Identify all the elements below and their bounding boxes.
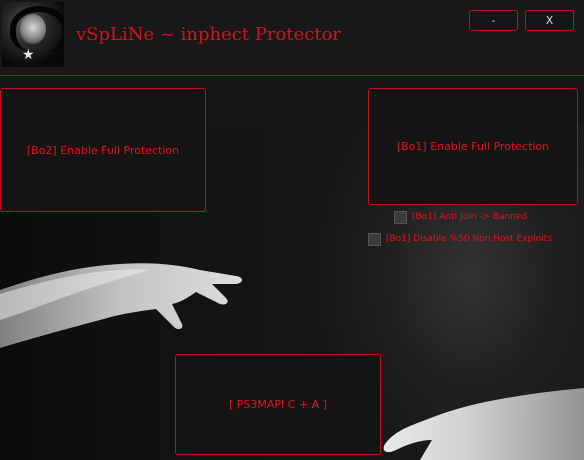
bo2-enable-full-protection-button[interactable]: [Bo2] Enable Full Protection <box>0 88 206 212</box>
app-title: vSpLiNe ~ inphect Protector <box>76 24 342 45</box>
title-bar: ★ vSpLiNe ~ inphect Protector - X <box>0 0 584 75</box>
minimize-button[interactable]: - <box>469 10 518 31</box>
disable-non-host-exploits-checkbox[interactable] <box>368 233 381 246</box>
avatar-face <box>20 14 46 44</box>
close-button[interactable]: X <box>525 10 574 31</box>
protector-window: ★ vSpLiNe ~ inphect Protector - X [Bo2] … <box>0 0 584 460</box>
disable-non-host-exploits-label: [Bo1] Disable %50 Non Host Exploits <box>386 234 553 244</box>
header-divider <box>0 75 584 76</box>
disable-non-host-exploits-option[interactable]: [Bo1] Disable %50 Non Host Exploits <box>368 233 552 246</box>
anti-join-label: [Bo1] Anti Join -> Banned <box>412 212 528 222</box>
bo1-enable-full-protection-button[interactable]: [Bo1] Enable Full Protection <box>368 88 578 205</box>
anti-join-option[interactable]: [Bo1] Anti Join -> Banned <box>394 211 527 224</box>
anti-join-checkbox[interactable] <box>394 211 407 224</box>
star-icon: ★ <box>22 47 35 63</box>
avatar: ★ <box>2 2 64 67</box>
ps3mapi-button[interactable]: [ PS3MAPI C + A ] <box>175 354 381 455</box>
